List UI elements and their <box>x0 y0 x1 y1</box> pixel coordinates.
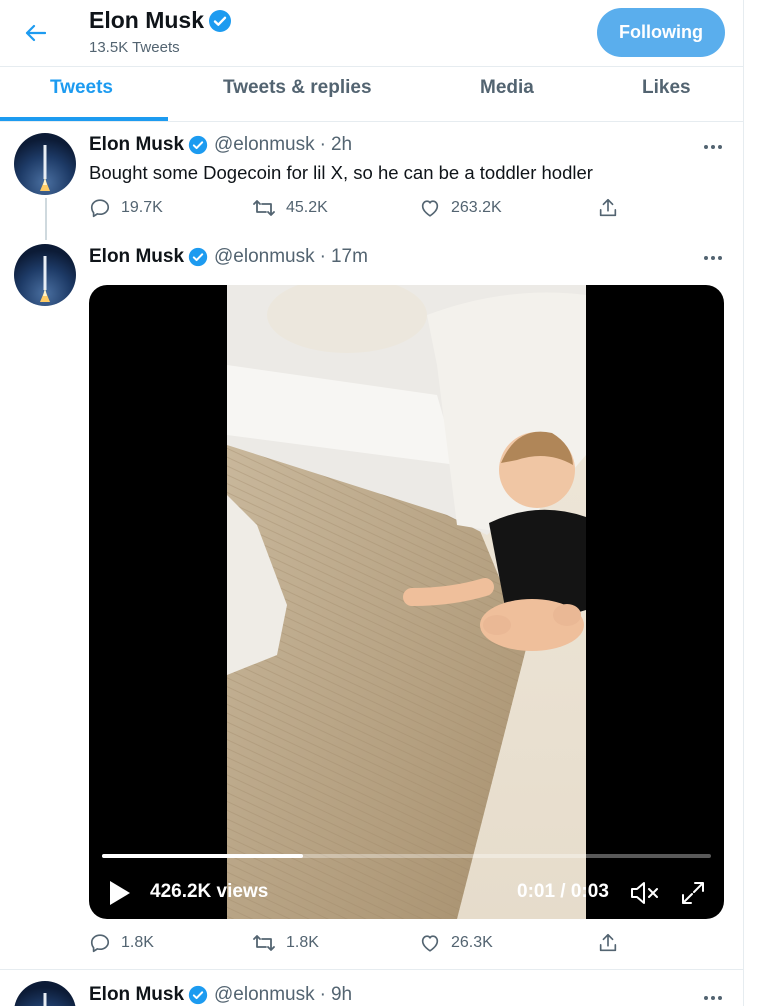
tweet-timestamp[interactable]: 17m <box>331 246 368 268</box>
avatar[interactable] <box>14 133 76 195</box>
reply-button[interactable]: 19.7K <box>89 197 163 219</box>
more-icon <box>704 996 722 1000</box>
tweet-timestamp[interactable]: 2h <box>331 134 352 156</box>
verified-badge-icon <box>209 9 232 32</box>
like-button[interactable]: 26.3K <box>419 932 493 954</box>
verified-badge <box>188 247 208 267</box>
verified-badge-icon <box>188 135 208 155</box>
verified-badge <box>188 135 208 155</box>
video-player[interactable]: 426.2K views 0:01 / 0:03 <box>89 285 724 919</box>
like-count: 263.2K <box>451 199 502 216</box>
more-button[interactable] <box>700 137 726 157</box>
play-button[interactable] <box>107 879 133 907</box>
share-icon <box>599 933 617 952</box>
avatar[interactable] <box>14 981 76 1006</box>
like-icon <box>421 200 439 217</box>
following-button[interactable]: Following <box>597 8 725 57</box>
video-thumbnail <box>227 285 586 919</box>
tab-likes[interactable]: Likes <box>642 77 691 99</box>
retweet-button[interactable]: 45.2K <box>252 197 328 219</box>
video-timecode: 0:01 / 0:03 <box>517 881 609 902</box>
video-progress-fill <box>102 854 303 858</box>
retweet-icon <box>253 200 275 216</box>
like-button[interactable]: 263.2K <box>419 197 502 219</box>
retweet-button[interactable]: 1.8K <box>252 932 319 954</box>
author-name[interactable]: Elon Musk <box>89 134 184 156</box>
profile-header: Elon Musk 13.5K Tweets Following <box>0 0 743 66</box>
more-icon <box>704 145 722 149</box>
video-views: 426.2K views <box>150 881 269 902</box>
tab-media[interactable]: Media <box>480 77 534 99</box>
verified-badge-icon <box>188 985 208 1005</box>
tweet-header: Elon Musk @elonmusk · 9h <box>89 984 352 1006</box>
fullscreen-icon <box>682 882 704 904</box>
verified-badge-icon <box>188 247 208 267</box>
more-button[interactable] <box>700 248 726 268</box>
profile-tabs: Tweets Tweets & replies Media Likes <box>0 66 743 122</box>
author-handle[interactable]: @elonmusk <box>214 134 315 156</box>
profile-name-heading: Elon Musk <box>89 7 232 34</box>
fullscreen-button[interactable] <box>679 879 707 907</box>
author-handle[interactable]: @elonmusk <box>214 246 315 268</box>
tweet-text: Bought some Dogecoin for lil X, so he ca… <box>89 162 593 183</box>
mute-button[interactable] <box>629 880 661 906</box>
tweet-actions: 1.8K 1.8K 26.3K <box>89 932 629 958</box>
author-handle[interactable]: @elonmusk <box>214 984 315 1006</box>
retweet-count: 45.2K <box>286 199 328 216</box>
thread-line <box>45 198 47 240</box>
reply-count: 1.8K <box>121 934 154 951</box>
profile-name: Elon Musk <box>89 7 205 33</box>
timeline-border <box>743 0 744 1006</box>
reply-icon <box>90 199 110 218</box>
author-name[interactable]: Elon Musk <box>89 246 184 268</box>
avatar-image <box>14 244 76 306</box>
avatar-image <box>14 133 76 195</box>
active-tab-indicator <box>0 117 168 121</box>
verified-badge <box>188 985 208 1005</box>
tweet-header: Elon Musk @elonmusk · 2h <box>89 134 352 156</box>
tweet-header: Elon Musk @elonmusk · 17m <box>89 246 368 268</box>
mute-icon <box>631 882 658 904</box>
play-icon <box>110 881 130 905</box>
author-name[interactable]: Elon Musk <box>89 984 184 1006</box>
back-button[interactable] <box>18 18 52 48</box>
avatar-image <box>14 981 76 1006</box>
tweet-divider <box>0 969 743 970</box>
tweet-timestamp[interactable]: 9h <box>331 984 352 1006</box>
avatar[interactable] <box>14 244 76 306</box>
more-icon <box>704 256 722 260</box>
retweet-icon <box>253 935 275 951</box>
separator-dot: · <box>319 246 326 267</box>
tab-tweets[interactable]: Tweets <box>50 77 113 99</box>
more-button[interactable] <box>700 988 726 1006</box>
reply-icon <box>90 934 110 953</box>
separator-dot: · <box>319 134 326 155</box>
reply-count: 19.7K <box>121 199 163 216</box>
share-button[interactable] <box>597 197 619 219</box>
back-arrow-icon <box>25 24 46 42</box>
separator-dot: · <box>319 984 326 1005</box>
tweet-count: 13.5K Tweets <box>89 39 180 56</box>
reply-button[interactable]: 1.8K <box>89 932 154 954</box>
share-icon <box>599 198 617 217</box>
share-button[interactable] <box>597 932 619 954</box>
video-frame[interactable] <box>227 285 586 919</box>
like-icon <box>421 935 439 952</box>
video-progress-bar[interactable] <box>102 854 711 858</box>
tweet-actions: 19.7K 45.2K 263.2K <box>89 197 629 223</box>
retweet-count: 1.8K <box>286 934 319 951</box>
tab-tweets-replies[interactable]: Tweets & replies <box>223 77 372 99</box>
like-count: 26.3K <box>451 934 493 951</box>
